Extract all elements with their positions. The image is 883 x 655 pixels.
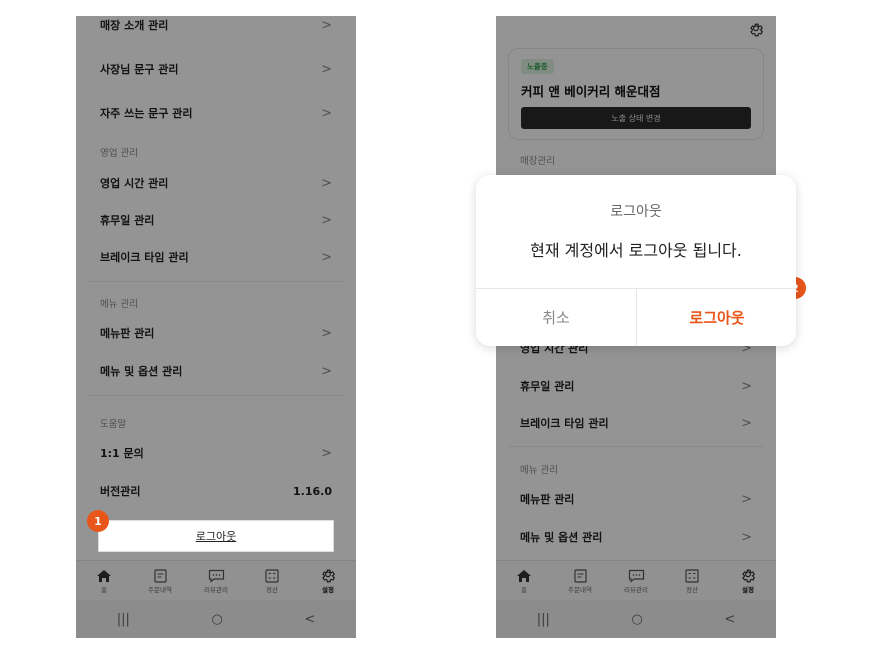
cancel-button[interactable]: 취소 xyxy=(476,289,636,346)
logout-confirm-dialog: 로그아웃 현재 계정에서 로그아웃 됩니다. 취소 로그아웃 xyxy=(476,175,796,346)
logout-button[interactable]: 로그아웃 xyxy=(98,520,334,552)
dialog-title: 로그아웃 xyxy=(610,204,662,220)
step-badge-1: 1 xyxy=(87,510,109,532)
left-phone-screen: 매장 소개 관리 > 사장님 문구 관리 > 자주 쓰는 문구 관리 > 영업 … xyxy=(76,16,356,638)
dialog-message: 현재 계정에서 로그아웃 됩니다. xyxy=(530,241,742,260)
confirm-logout-button[interactable]: 로그아웃 xyxy=(637,289,796,346)
